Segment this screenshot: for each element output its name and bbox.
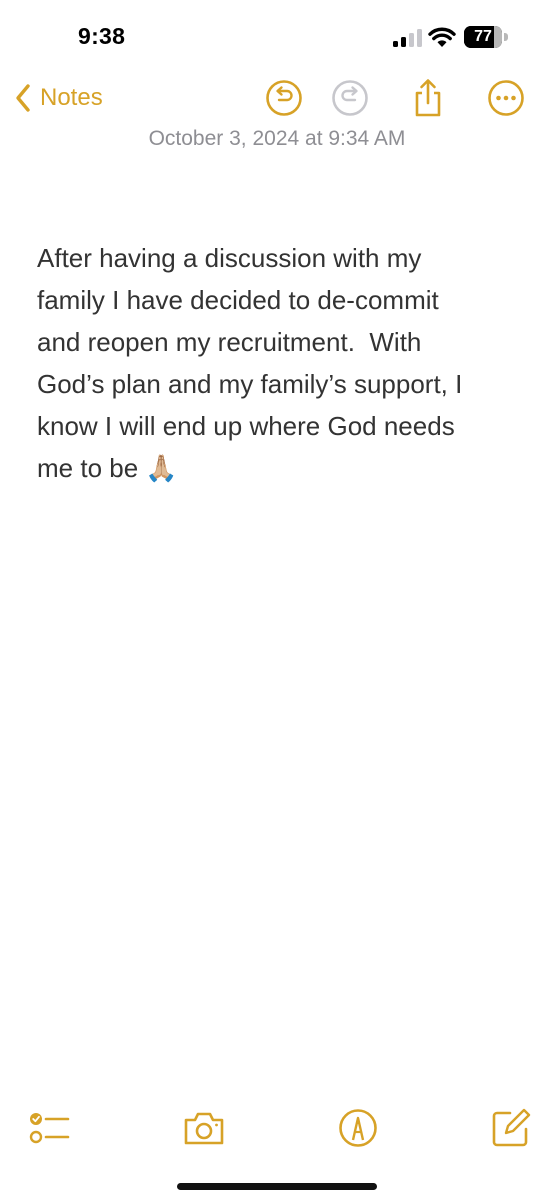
compose-icon [492, 1108, 531, 1147]
checklist-button[interactable] [27, 1106, 71, 1150]
undo-button[interactable] [264, 78, 304, 118]
note-date: October 3, 2024 at 9:34 AM [148, 127, 406, 150]
home-indicator[interactable] [177, 1183, 377, 1190]
markup-icon [339, 1109, 377, 1147]
more-icon [488, 80, 524, 116]
share-button[interactable] [408, 78, 448, 118]
battery-icon: 77 [464, 26, 510, 48]
note-line: me to be 🙏🏼 [37, 453, 178, 483]
battery-percent: 77 [474, 28, 492, 45]
undo-icon [266, 80, 302, 116]
note-line: family I have decided to de-commit [37, 285, 439, 315]
redo-icon [332, 80, 368, 116]
redo-button[interactable] [330, 78, 370, 118]
note-line: and reopen my recruitment. With [37, 327, 422, 357]
note-body[interactable]: After having a discussion with my family… [37, 237, 527, 489]
back-button[interactable]: Notes [14, 78, 103, 118]
camera-icon [184, 1112, 224, 1145]
status-bar: 9:38 77 [0, 0, 554, 70]
status-time: 9:38 [78, 23, 126, 49]
compose-button[interactable] [489, 1106, 533, 1150]
markup-button[interactable] [336, 1106, 380, 1150]
wifi-icon [428, 27, 456, 47]
camera-button[interactable] [182, 1106, 226, 1150]
back-label: Notes [40, 84, 103, 111]
checklist-icon [29, 1113, 70, 1144]
battery-cap [504, 33, 508, 41]
nav-bar: Notes [0, 70, 554, 125]
cellular-signal-icon [393, 29, 422, 47]
bottom-toolbar [0, 1100, 554, 1160]
more-button[interactable] [486, 78, 526, 118]
note-line: know I will end up where God needs [37, 411, 455, 441]
share-icon [415, 79, 441, 117]
note-line: After having a discussion with my [37, 243, 422, 273]
note-line: God’s plan and my family’s support, I [37, 369, 463, 399]
chevron-left-icon [16, 84, 30, 112]
